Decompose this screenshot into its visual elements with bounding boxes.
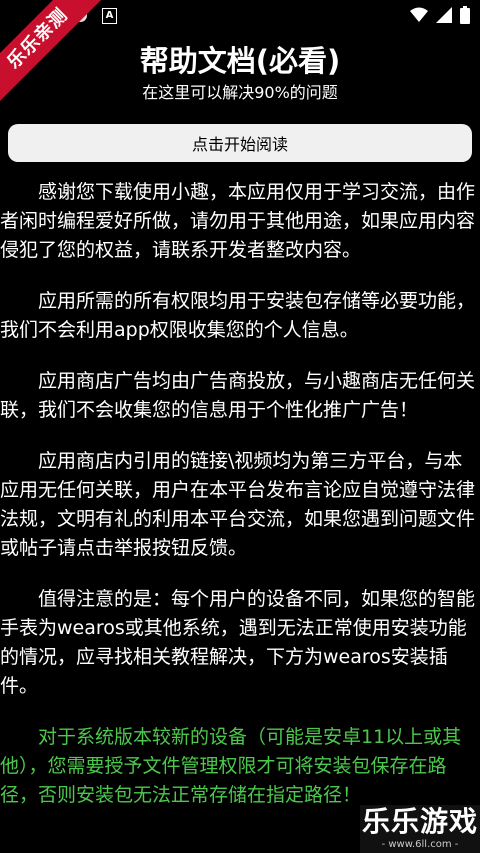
paragraph-wearos: 值得注意的是：每个用户的设备不同，如果您的智能手表为wearos或其他系统，遇到… [0,588,476,697]
wifi-icon [410,7,428,23]
page-title: 帮助文档(必看) [139,44,341,78]
help-content: 感谢您下载使用小趣，本应用仅用于学习交流，由作者闲时编程爱好所做，请勿用于其他用… [0,178,480,832]
a-notification-icon: A [102,8,117,24]
watermark-logo: 乐乐游戏 - www.6ll.com - [360,805,480,853]
watermark-main-text: 乐乐游戏 [361,805,478,838]
page-subtitle: 在这里可以解决90%的问题 [142,83,338,102]
signal-icon [436,7,452,23]
paragraph-third-party: 应用商店内引用的链接\视频均为第三方平台，与本应用无任何关联，用户在本平台发布言… [0,450,476,559]
system-icons [410,6,470,24]
paragraph-intro: 感谢您下载使用小趣，本应用仅用于学习交流，由作者闲时编程爱好所做，请勿用于其他用… [0,181,476,261]
watermark-url: - www.6ll.com - [381,839,459,850]
start-reading-button[interactable]: 点击开始阅读 [8,124,472,162]
battery-icon [460,6,470,24]
paragraph-ads: 应用商店广告均由广告商投放，与小趣商店无任何关联，我们不会收集您的信息用于个性化… [0,370,476,421]
paragraph-storage-permission: 对于系统版本较新的设备（可能是安卓11以上或其他），您需要授予文件管理权限才可将… [0,726,462,806]
paragraph-permissions: 应用所需的所有权限均用于安装包存储等必要功能，我们不会利用app权限收集您的个人… [0,290,476,341]
